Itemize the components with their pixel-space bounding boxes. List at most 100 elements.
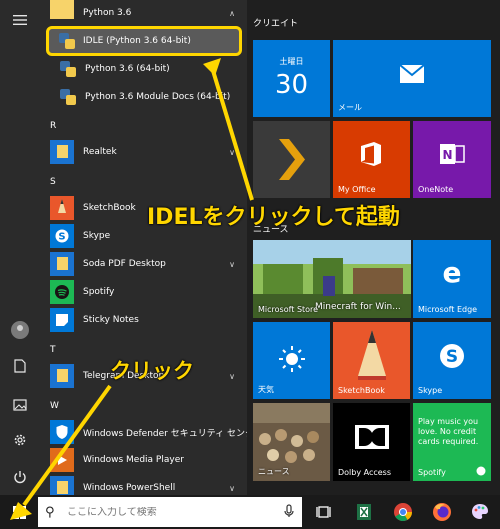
chevron-down-icon: ∨ (229, 371, 235, 381)
start-button[interactable] (0, 495, 38, 529)
office-icon (361, 142, 381, 166)
app-label: Windows Defender セキュリティ センター (83, 428, 247, 439)
svg-text:N: N (442, 148, 452, 162)
settings-gear-icon[interactable] (8, 431, 32, 455)
chevron-down-icon: ∨ (229, 483, 235, 493)
app-label: Windows Media Player (83, 455, 184, 465)
tile-spotify[interactable]: Play music you love. No credit cards req… (413, 403, 491, 481)
spotify-promo-text: Play music you love. No credit cards req… (418, 417, 479, 446)
dolby-icon (355, 425, 389, 449)
pencil-icon (358, 330, 386, 380)
python-icon (60, 61, 76, 77)
tile-microsoft-edge[interactable]: e Microsoft Edge (413, 240, 491, 318)
firefox-icon[interactable] (432, 502, 452, 522)
tile-label: Dolby Access (338, 468, 392, 477)
folder-icon (50, 140, 74, 164)
chevron-down-icon: ∨ (229, 147, 235, 157)
tile-overlay-text: Minecraft for Win... (315, 302, 401, 312)
section-letter-r[interactable]: R (50, 121, 56, 131)
app-python-docs[interactable]: Python 3.6 Module Docs (64-bit) (40, 84, 247, 110)
pictures-icon[interactable] (8, 395, 32, 419)
spreadsheet-app-icon[interactable] (354, 502, 374, 522)
tile-label: Skype (418, 386, 443, 395)
annotation-click-text: クリック (110, 359, 194, 383)
sun-icon (279, 346, 305, 372)
taskbar-search-box[interactable]: ⚲ (38, 497, 302, 527)
user-avatar-icon[interactable] (8, 318, 32, 342)
app-label: Python 3.6 (83, 8, 132, 18)
tiles-area: クリエイト 土曜日 30 メール My Office N OneNote ニュー… (247, 0, 500, 495)
folder-icon (50, 364, 74, 388)
tile-onenote[interactable]: N OneNote (413, 121, 491, 198)
svg-text:S: S (58, 232, 65, 243)
tile-news[interactable]: ニュース (253, 403, 330, 481)
paint-app-icon[interactable] (470, 502, 490, 522)
spotify-icon (50, 280, 74, 304)
tile-label: OneNote (418, 185, 454, 194)
folder-icon (50, 252, 74, 276)
app-label: SketchBook (83, 203, 136, 213)
app-idle-highlighted[interactable]: IDLE (Python 3.6 64-bit) (46, 26, 242, 56)
hamburger-menu-icon[interactable] (8, 10, 32, 34)
start-menu-screen: Python 3.6 ∧ Python 3.6 (64-bit) Python … (0, 0, 500, 529)
left-rail (0, 0, 40, 495)
edge-icon: e (443, 258, 462, 286)
tile-calendar[interactable]: 土曜日 30 (253, 40, 330, 117)
search-input[interactable] (67, 506, 267, 518)
section-letter-t[interactable]: T (50, 345, 56, 355)
tile-dolby-access[interactable]: Dolby Access (333, 403, 410, 481)
plex-chevron-icon (279, 139, 305, 180)
app-label: Windows PowerShell (83, 483, 176, 493)
tile-sketchbook[interactable]: SketchBook (333, 322, 410, 399)
app-list: Python 3.6 ∧ Python 3.6 (64-bit) Python … (40, 0, 247, 495)
power-icon[interactable] (8, 468, 32, 492)
folder-icon (50, 0, 74, 19)
tile-plex[interactable] (253, 121, 330, 198)
shield-icon (50, 420, 74, 444)
app-windows-defender[interactable]: Windows Defender セキュリティ センター (40, 419, 247, 445)
media-player-icon (50, 448, 74, 472)
skype-icon: S (440, 344, 464, 368)
tile-label: My Office (338, 185, 376, 194)
tile-my-office[interactable]: My Office (333, 121, 410, 198)
app-label: Skype (83, 231, 111, 241)
app-label: Python 3.6 Module Docs (64-bit) (85, 92, 231, 102)
section-letter-w[interactable]: W (50, 401, 59, 411)
app-label: IDLE (Python 3.6 64-bit) (83, 36, 191, 46)
idle-icon (59, 33, 75, 49)
tile-group-title: クリエイト (253, 19, 299, 29)
section-letter-s[interactable]: S (50, 177, 56, 187)
app-spotify[interactable]: Spotify (40, 279, 247, 305)
app-label: Python 3.6 (64-bit) (85, 64, 170, 74)
chevron-up-icon: ∧ (229, 8, 235, 18)
folder-icon (50, 476, 74, 495)
task-view-icon[interactable] (315, 502, 335, 522)
app-label: Spotify (83, 287, 115, 297)
app-folder-realtek[interactable]: Realtek ∨ (40, 139, 247, 165)
document-icon[interactable] (8, 357, 32, 381)
tile-label: Spotify (418, 468, 446, 477)
calendar-weekday: 土曜日 (279, 57, 304, 66)
microphone-icon[interactable] (284, 503, 294, 521)
sketchbook-icon (50, 196, 74, 220)
app-sticky-notes[interactable]: Sticky Notes (40, 307, 247, 333)
windows-logo-icon (12, 505, 26, 519)
tile-mail[interactable]: メール (333, 40, 491, 117)
app-label: Realtek (83, 147, 117, 157)
svg-text:S: S (446, 347, 458, 367)
tile-weather[interactable]: 天気 (253, 322, 330, 399)
tile-label: メール (338, 103, 362, 112)
app-python[interactable]: Python 3.6 (64-bit) (40, 56, 247, 82)
tile-microsoft-store[interactable]: Minecraft for Win... Microsoft Store (253, 240, 411, 318)
search-icon: ⚲ (45, 504, 55, 520)
app-windows-media-player[interactable]: Windows Media Player (40, 447, 247, 473)
tile-label: ニュース (258, 467, 290, 476)
app-folder-python[interactable]: Python 3.6 ∧ (40, 0, 247, 26)
tile-skype[interactable]: S Skype (413, 322, 491, 399)
app-folder-powershell[interactable]: Windows PowerShell ∨ (40, 475, 247, 495)
app-folder-soda[interactable]: Soda PDF Desktop ∨ (40, 251, 247, 277)
chrome-icon[interactable] (393, 502, 413, 522)
sticky-notes-icon (50, 308, 74, 332)
skype-icon: S (50, 224, 74, 248)
onenote-icon: N (440, 144, 465, 164)
